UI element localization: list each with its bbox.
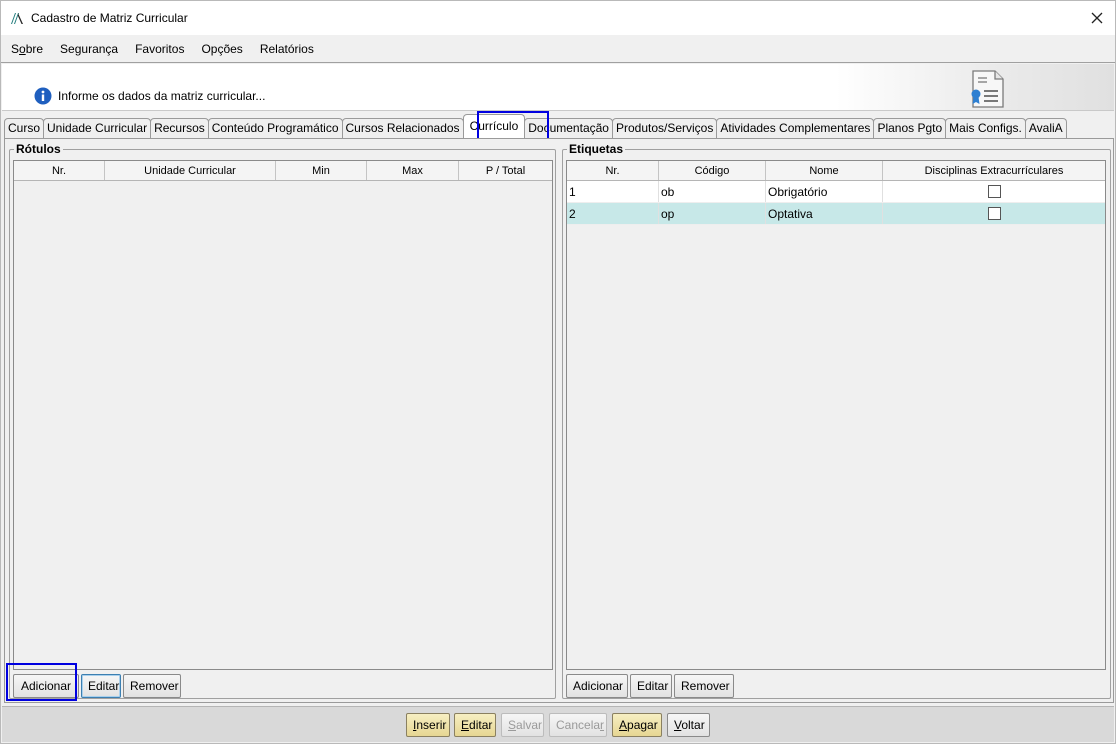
close-icon[interactable] [1089, 10, 1105, 26]
tab-unidade-curricular[interactable]: Unidade Curricular [43, 118, 152, 138]
insert-button[interactable]: Inserir [406, 713, 450, 737]
etiquetas-grid-header: Nr. Código Nome Disciplinas Extracurrícu… [567, 161, 1105, 181]
tab-curso[interactable]: Curso [4, 118, 45, 138]
cell-nome: Obrigatório [766, 181, 883, 202]
tab-produtos-servicos[interactable]: Produtos/Serviços [611, 118, 718, 138]
tab-planos-pgto[interactable]: Planos Pgto [873, 118, 947, 138]
info-banner: Informe os dados da matriz curricular... [2, 64, 1114, 111]
back-button[interactable]: Voltar [667, 713, 710, 737]
tab-documentacao[interactable]: Documentação [524, 118, 613, 138]
col-disciplinas-extracurriculares[interactable]: Disciplinas Extracurrículares [883, 161, 1105, 180]
footer-bar: Inserir Editar Salvar Cancelar Apagar Vo… [2, 706, 1114, 742]
edit-button[interactable]: Editar [454, 713, 496, 737]
col-min[interactable]: Min [276, 161, 367, 180]
rotulos-grid[interactable]: Nr. Unidade Curricular Min Max P / Total [13, 160, 553, 670]
cell-nr: 1 [567, 181, 659, 202]
etiquetas-remove-button[interactable]: Remover [674, 674, 734, 698]
rotulos-edit-button[interactable]: Editar [81, 674, 121, 698]
delete-button[interactable]: Apagar [612, 713, 662, 737]
certificate-icon [971, 70, 1004, 108]
banner-message: Informe os dados da matriz curricular... [58, 89, 266, 103]
tab-recursos[interactable]: Recursos [150, 118, 209, 138]
tab-conteudo-programatico[interactable]: Conteúdo Programático [207, 118, 343, 138]
col-max[interactable]: Max [367, 161, 459, 180]
etiquetas-group: Etiquetas Nr. Código Nome Disciplinas Ex… [562, 142, 1111, 699]
col-nome[interactable]: Nome [766, 161, 883, 180]
menu-opcoes[interactable]: Opções [193, 42, 250, 56]
window-title: Cadastro de Matriz Curricular [31, 11, 188, 25]
col-nr[interactable]: Nr. [567, 161, 659, 180]
tab-cursos-relacionados[interactable]: Cursos Relacionados [341, 118, 464, 138]
tab-atividades-complementares[interactable]: Atividades Complementares [716, 118, 875, 138]
cell-extracurricular [883, 181, 1105, 202]
title-bar: Cadastro de Matriz Curricular [1, 1, 1115, 35]
menu-seguranca[interactable]: Segurança [52, 42, 126, 56]
cell-nome: Optativa [766, 203, 883, 224]
table-row[interactable]: 2 op Optativa [567, 203, 1105, 225]
menu-bar: Sobre Segurança Favoritos Opções Relatór… [1, 35, 1115, 63]
table-row[interactable]: 1 ob Obrigatório [567, 181, 1105, 203]
etiquetas-add-button[interactable]: Adicionar [566, 674, 628, 698]
col-p-total[interactable]: P / Total [459, 161, 552, 180]
main-window: Cadastro de Matriz Curricular Sobre Segu… [0, 0, 1116, 744]
rotulos-remove-button[interactable]: Remover [123, 674, 181, 698]
rotulos-group: Rótulos Nr. Unidade Curricular Min Max P… [9, 142, 556, 699]
col-nr[interactable]: Nr. [14, 161, 105, 180]
tab-mais-configs[interactable]: Mais Configs. [945, 118, 1026, 138]
cell-codigo: op [659, 203, 766, 224]
menu-sobre[interactable]: Sobre [3, 42, 51, 56]
cell-extracurricular [883, 203, 1105, 224]
etiquetas-legend: Etiquetas [567, 142, 626, 156]
app-logo-icon [11, 13, 23, 24]
rotulos-grid-header: Nr. Unidade Curricular Min Max P / Total [14, 161, 552, 181]
rotulos-add-button[interactable]: Adicionar [13, 674, 79, 698]
menu-favoritos[interactable]: Favoritos [127, 42, 192, 56]
col-codigo[interactable]: Código [659, 161, 766, 180]
curriculo-panel: Rótulos Nr. Unidade Curricular Min Max P… [4, 138, 1114, 703]
extracurricular-checkbox[interactable] [987, 207, 1001, 220]
info-icon [34, 87, 52, 105]
etiquetas-edit-button[interactable]: Editar [630, 674, 672, 698]
tab-curriculo[interactable]: Currículo [462, 114, 526, 138]
cell-codigo: ob [659, 181, 766, 202]
cancel-button[interactable]: Cancelar [549, 713, 607, 737]
etiquetas-grid[interactable]: Nr. Código Nome Disciplinas Extracurrícu… [566, 160, 1106, 670]
cell-nr: 2 [567, 203, 659, 224]
extracurricular-checkbox[interactable] [987, 185, 1001, 198]
col-unidade-curricular[interactable]: Unidade Curricular [105, 161, 276, 180]
tab-strip: Curso Unidade Curricular Recursos Conteú… [4, 114, 1114, 138]
tab-avalia[interactable]: AvaliA [1024, 118, 1067, 138]
save-button[interactable]: Salvar [501, 713, 544, 737]
rotulos-legend: Rótulos [14, 142, 63, 156]
menu-relatorios[interactable]: Relatórios [252, 42, 322, 56]
